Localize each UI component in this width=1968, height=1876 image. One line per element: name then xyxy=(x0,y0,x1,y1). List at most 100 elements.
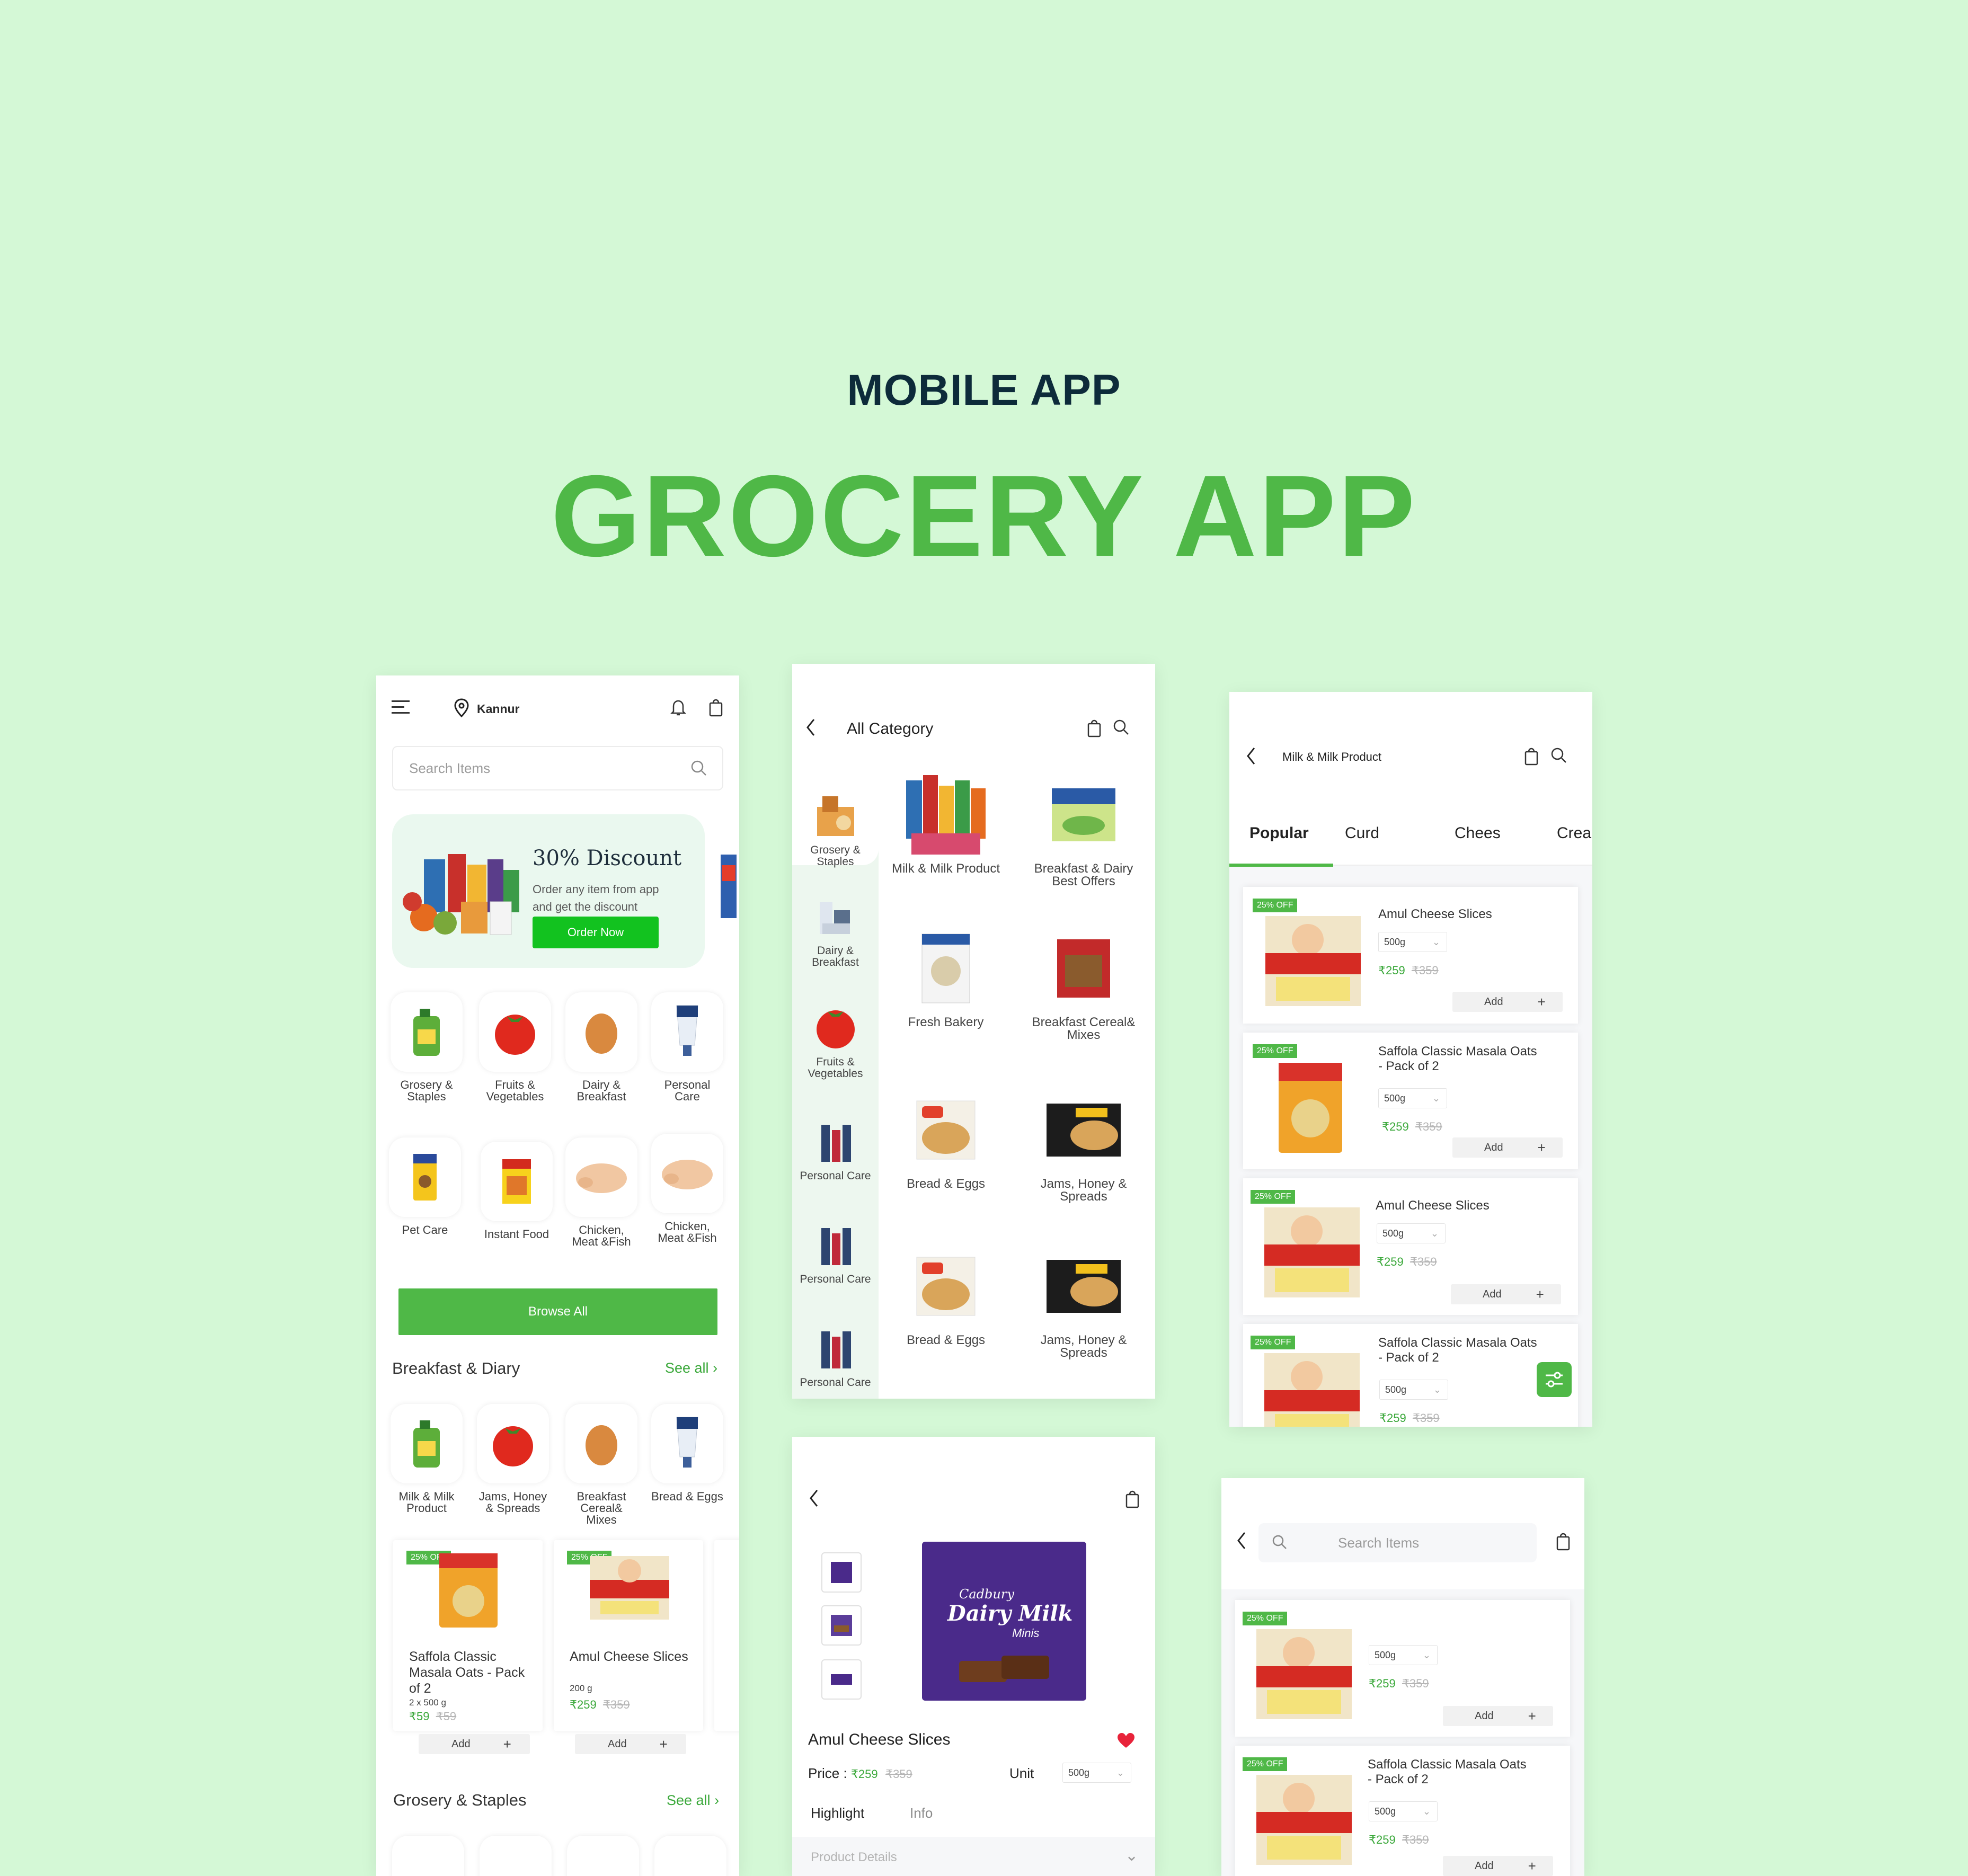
see-all-label: See all xyxy=(667,1792,711,1808)
order-now-button[interactable]: Order Now xyxy=(533,917,659,948)
product-list-card[interactable]: 25% OFF Saffola Classic Masala Oats - Pa… xyxy=(1243,1033,1578,1169)
sidebar-item-personal-2[interactable]: Personal Care xyxy=(792,1220,879,1285)
category-tile-milk[interactable]: Milk & Milk Product xyxy=(389,1404,464,1514)
product-card[interactable]: 25% OFF Amul Cheese Slices 200 g ₹259 ₹3… xyxy=(554,1540,703,1731)
tab-chees[interactable]: Chees xyxy=(1455,824,1501,842)
category-grid-item[interactable]: Breakfast & Dairy Best Offers xyxy=(1023,767,1145,888)
unit-select[interactable]: 500g ⌄ xyxy=(1379,1380,1448,1400)
cart-bag-icon[interactable] xyxy=(1085,718,1103,738)
location-label[interactable]: Kannur xyxy=(477,702,520,716)
sidebar-item-grosery[interactable]: Grosery & Staples xyxy=(792,791,879,868)
product-thumbnail[interactable] xyxy=(821,1605,862,1646)
add-button[interactable]: Add + xyxy=(1443,1856,1553,1876)
category-grid-item[interactable]: Breakfast Cereal& Mixes xyxy=(1023,921,1145,1042)
search-icon[interactable] xyxy=(1112,718,1130,737)
category-grid-item[interactable]: Bread & Eggs xyxy=(885,1082,1007,1190)
search-input[interactable]: Search Items xyxy=(1258,1523,1537,1562)
product-card[interactable]: 25% OFF Saffola Classic Masala Oats - Pa… xyxy=(393,1540,543,1731)
oil-can-image[interactable] xyxy=(392,1836,464,1876)
category-label: Bread & Eggs xyxy=(651,1490,723,1503)
unit-select[interactable]: 500g ⌄ xyxy=(1378,932,1447,952)
category-tile-jams[interactable]: Jams, Honey & Spreads xyxy=(476,1404,550,1514)
category-grid-item[interactable]: Fresh Bakery xyxy=(885,921,1007,1029)
unit-select[interactable]: 500g ⌄ xyxy=(1378,1088,1447,1108)
category-grid-item[interactable]: Jams, Honey & Spreads xyxy=(1023,1239,1145,1359)
product-list-card[interactable]: 25% OFF Saffola Classic Masala Oats - Pa… xyxy=(1235,1746,1570,1876)
see-all-link[interactable]: See all › xyxy=(665,1360,717,1376)
category-tile-chicken-2[interactable]: Chicken, Meat &Fish xyxy=(650,1134,724,1244)
back-arrow-icon[interactable] xyxy=(807,1489,821,1508)
product-price-row: ₹259 ₹359 xyxy=(570,1698,630,1712)
add-button[interactable]: Add + xyxy=(1452,1137,1563,1158)
chevron-right-icon: › xyxy=(713,1360,718,1376)
category-label: Bread & Eggs xyxy=(906,1333,986,1347)
unit-value: 500g xyxy=(1384,936,1406,947)
back-arrow-icon[interactable] xyxy=(1244,747,1258,765)
category-tile-dairy[interactable]: Dairy & Breakfast xyxy=(564,992,639,1103)
add-button[interactable]: Add + xyxy=(1452,992,1563,1012)
tab-highlight[interactable]: Highlight xyxy=(811,1805,864,1821)
tab-info[interactable]: Info xyxy=(910,1805,933,1821)
cart-bag-icon[interactable] xyxy=(1123,1489,1141,1509)
price-row: ₹259 ₹359 xyxy=(1377,1255,1437,1269)
back-arrow-icon[interactable] xyxy=(803,718,819,737)
product-card-peek[interactable] xyxy=(714,1540,739,1731)
tab-curd[interactable]: Curd xyxy=(1345,824,1379,842)
sidebar-item-personal-3[interactable]: Personal Care xyxy=(792,1323,879,1389)
category-tile-cereal[interactable]: Breakfast Cereal& Mixes xyxy=(564,1404,639,1526)
egg-image[interactable] xyxy=(567,1836,639,1876)
add-button[interactable]: Add + xyxy=(1443,1706,1553,1726)
category-tile-personal[interactable]: Personal Care xyxy=(650,992,724,1103)
unit-select[interactable]: 500g ⌄ xyxy=(1369,1645,1438,1665)
sidebar-item-fruits[interactable]: Fruits & Vegetables xyxy=(792,1003,879,1080)
chevron-down-icon: ⌄ xyxy=(1116,1767,1124,1778)
search-input[interactable]: Search Items xyxy=(392,746,723,790)
discount-badge: 25% OFF xyxy=(1243,1612,1288,1625)
tube-image[interactable] xyxy=(654,1836,726,1876)
category-tile-fruits[interactable]: Fruits & Vegetables xyxy=(478,992,552,1103)
add-button[interactable]: Add + xyxy=(419,1734,530,1754)
unit-select[interactable]: 500g ⌄ xyxy=(1377,1223,1446,1243)
cart-bag-icon[interactable] xyxy=(1554,1531,1572,1551)
filter-sliders-icon[interactable] xyxy=(1537,1362,1572,1397)
sidebar-item-personal[interactable]: Personal Care xyxy=(792,1117,879,1182)
product-details-accordion[interactable]: Product Details ⌄ xyxy=(792,1837,1155,1876)
category-tile-bread[interactable]: Bread & Eggs xyxy=(650,1404,724,1502)
chevron-down-icon: ⌄ xyxy=(1430,1228,1439,1239)
heart-icon[interactable] xyxy=(1115,1731,1137,1750)
category-tile-pet[interactable]: Pet Care xyxy=(388,1137,462,1236)
tab-crea[interactable]: Crea xyxy=(1557,824,1591,842)
tab-popular[interactable]: Popular xyxy=(1249,824,1309,842)
product-list-card[interactable]: 25% OFF Saffola Classic Masala Oats - Pa… xyxy=(1243,1324,1578,1427)
page-title: Milk & Milk Product xyxy=(1282,750,1382,763)
add-button[interactable]: Add + xyxy=(1451,1284,1561,1304)
cart-bag-icon[interactable] xyxy=(707,697,725,718)
search-icon xyxy=(690,760,707,780)
sidebar-item-dairy[interactable]: Dairy & Breakfast xyxy=(792,897,879,968)
unit-select[interactable]: 500g ⌄ xyxy=(1062,1763,1131,1783)
dairy-milk-pack-image: Cadbury Dairy Milk Minis xyxy=(922,1542,1086,1701)
product-thumbnail[interactable] xyxy=(821,1659,862,1700)
mrp: ₹359 xyxy=(1402,1677,1429,1690)
category-grid-item[interactable]: Bread & Eggs xyxy=(885,1239,1007,1347)
category-tile-instant[interactable]: Instant Food xyxy=(480,1142,554,1240)
category-grid-item[interactable]: Jams, Honey & Spreads xyxy=(1023,1082,1145,1203)
browse-all-button[interactable]: Browse All xyxy=(398,1288,717,1335)
cart-bag-icon[interactable] xyxy=(1522,746,1540,766)
back-arrow-icon[interactable] xyxy=(1235,1531,1248,1550)
unit-select[interactable]: 500g ⌄ xyxy=(1369,1801,1438,1821)
category-tile-chicken[interactable]: Chicken, Meat &Fish xyxy=(564,1137,639,1248)
category-tile-grosery[interactable]: Grosery & Staples xyxy=(389,992,464,1103)
bell-icon[interactable] xyxy=(669,698,688,718)
product-list-card[interactable]: 25% OFF 500g ⌄ ₹259 ₹359 Add + xyxy=(1235,1600,1570,1737)
hero-subtitle: MOBILE APP xyxy=(847,366,1121,414)
product-thumbnail[interactable] xyxy=(821,1552,862,1593)
add-button[interactable]: Add + xyxy=(575,1734,686,1754)
category-grid-item[interactable]: Milk & Milk Product xyxy=(885,767,1007,875)
search-icon[interactable] xyxy=(1550,746,1568,765)
product-list-card[interactable]: 25% OFF Amul Cheese Slices 500g ⌄ ₹259 ₹3… xyxy=(1243,887,1578,1024)
menu-icon[interactable] xyxy=(390,697,411,718)
see-all-link[interactable]: See all › xyxy=(667,1792,719,1809)
tomato-image[interactable] xyxy=(480,1836,552,1876)
product-list-card[interactable]: 25% OFF Amul Cheese Slices 500g ⌄ ₹259 ₹3… xyxy=(1243,1178,1578,1315)
